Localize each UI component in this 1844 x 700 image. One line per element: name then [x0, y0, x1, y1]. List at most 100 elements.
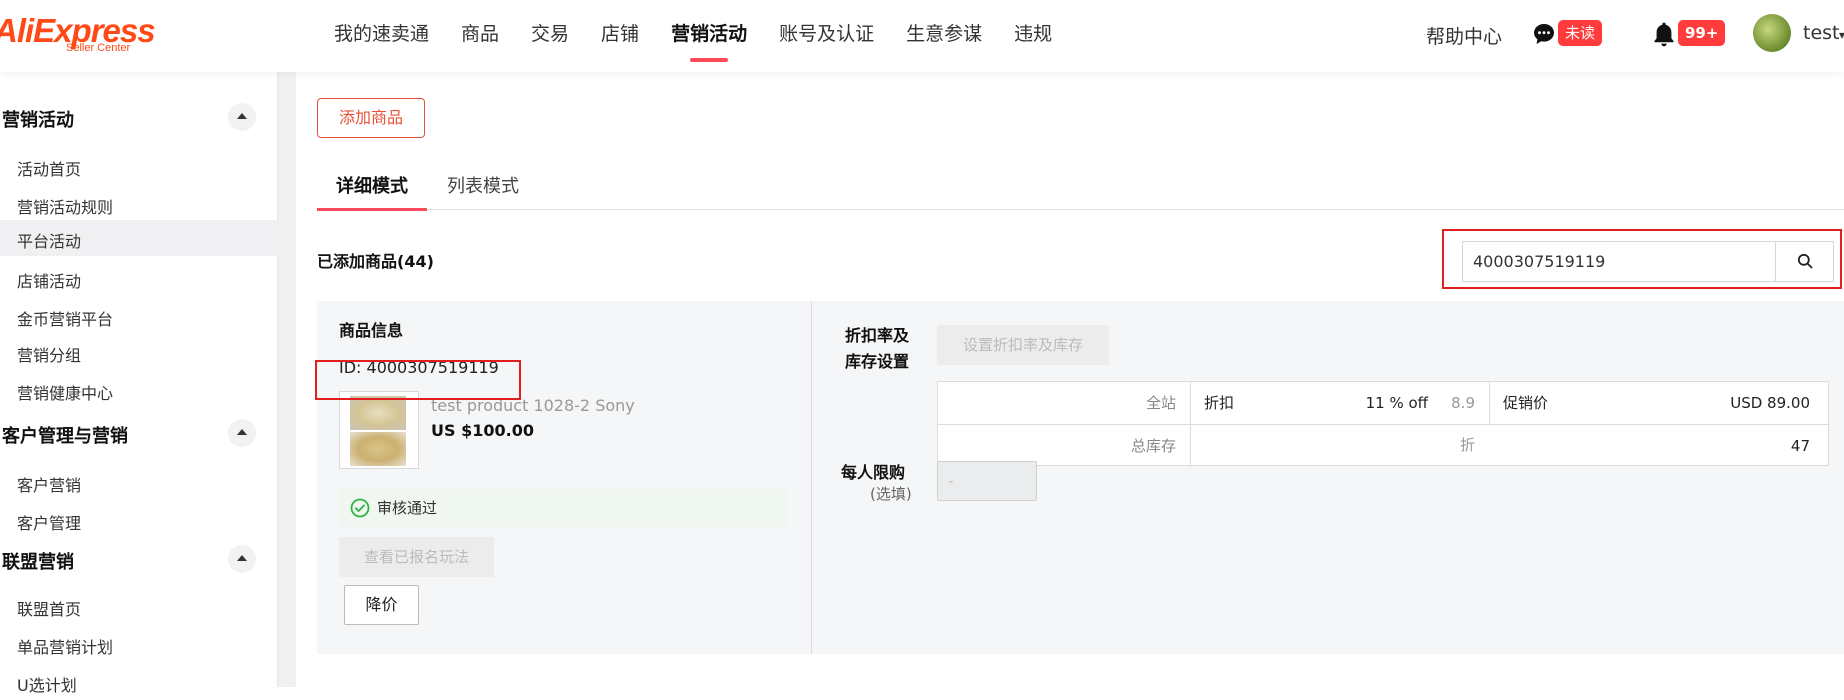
sidebar: 营销活动 活动首页 营销活动规则 平台活动 店铺活动 金币营销平台 营销分组 营…	[0, 72, 278, 695]
main-content: 添加商品 详细模式 列表模式 已添加商品(44) 商品信息 ID: 400030…	[296, 72, 1844, 687]
sidebar-item-label: 单品营销计划	[17, 638, 114, 657]
nav-my-aliexpress[interactable]: 我的速卖通	[334, 0, 429, 68]
sidebar-item-marketing-rules[interactable]: 营销活动规则	[0, 186, 278, 222]
product-image-bottom	[350, 432, 406, 466]
sidebar-section-marketing[interactable]: 营销活动	[0, 98, 278, 138]
top-nav: 我的速卖通 商品 交易 店铺 营销活动 账号及认证 生意参谋 违规	[334, 0, 1084, 68]
discount-zhe-value: 8.9 折	[1451, 394, 1475, 454]
purchase-limit-input[interactable]: -	[937, 461, 1037, 501]
table-divider	[1190, 425, 1191, 467]
sidebar-section-title: 联盟营销	[2, 552, 74, 573]
collapse-icon[interactable]	[228, 545, 256, 573]
nav-business-insights[interactable]: 生意参谋	[906, 0, 982, 68]
sidebar-item-customer-marketing[interactable]: 客户营销	[0, 464, 278, 500]
sidebar-section-title: 营销活动	[2, 110, 74, 131]
sidebar-item-u-select-plan[interactable]: U选计划	[0, 664, 278, 700]
sidebar-item-platform-activity[interactable]: 平台活动	[0, 220, 278, 256]
collapse-icon[interactable]	[228, 419, 256, 447]
bell-icon	[1654, 22, 1674, 47]
sidebar-item-label: 店铺活动	[17, 272, 82, 291]
product-name[interactable]: test product 1028-2 Sony	[431, 396, 635, 415]
search-button[interactable]	[1775, 242, 1833, 281]
sidebar-item-label: 客户管理	[17, 514, 82, 533]
review-status-text: 审核通过	[377, 499, 438, 517]
help-center-link[interactable]: 帮助中心	[1426, 22, 1502, 49]
promo-price-value: USD 89.00	[1730, 394, 1810, 412]
product-image-top	[350, 396, 406, 430]
nav-store[interactable]: 店铺	[601, 0, 639, 68]
view-registered-plays-button[interactable]: 查看已报名玩法	[339, 537, 494, 577]
sidebar-item-label: 联盟首页	[17, 600, 82, 619]
nav-products[interactable]: 商品	[461, 0, 499, 68]
review-status: 审核通过	[339, 489, 787, 526]
collapse-icon[interactable]	[228, 103, 256, 131]
table-divider	[1489, 382, 1490, 424]
purchase-limit-optional: (选填)	[870, 485, 912, 503]
table-row: 总库存 47	[938, 424, 1828, 467]
sidebar-item-coin-marketing[interactable]: 金币营销平台	[0, 298, 278, 334]
sidebar-item-customer-management[interactable]: 客户管理	[0, 502, 278, 538]
sidebar-section-title: 客户管理与营销	[2, 426, 128, 447]
search-icon	[1797, 253, 1813, 269]
set-discount-stock-button[interactable]: 设置折扣率及库存	[937, 325, 1109, 365]
product-id: ID: 4000307519119	[339, 358, 499, 377]
notifications-button[interactable]: 99+	[1652, 18, 1732, 50]
messages-button[interactable]: 未读	[1532, 18, 1612, 50]
top-header: AliExpress Seller Center 我的速卖通 商品 交易 店铺 …	[0, 0, 1844, 72]
view-mode-tabs: 详细模式 列表模式	[317, 172, 1844, 211]
sidebar-item-store-activity[interactable]: 店铺活动	[0, 260, 278, 296]
nav-violations[interactable]: 违规	[1014, 0, 1052, 68]
chat-icon	[1534, 24, 1554, 44]
username: test	[1803, 22, 1840, 44]
added-products-count: 已添加商品(44)	[317, 252, 434, 271]
product-thumbnail[interactable]	[339, 391, 419, 469]
discount-off-value: 11 % off	[1365, 394, 1428, 412]
logo-subtext: Seller Center	[66, 42, 131, 54]
promo-price-label: 促销价	[1503, 394, 1549, 412]
nav-marketing[interactable]: 营销活动	[671, 0, 747, 68]
nav-orders[interactable]: 交易	[531, 0, 569, 68]
sidebar-item-label: 客户营销	[17, 476, 82, 495]
nav-account[interactable]: 账号及认证	[779, 0, 874, 68]
sidebar-item-affiliate-home[interactable]: 联盟首页	[0, 588, 278, 624]
add-product-button[interactable]: 添加商品	[317, 98, 425, 138]
sidebar-section-affiliate[interactable]: 联盟营销	[0, 540, 278, 580]
chevron-down-icon: ▾	[1839, 28, 1844, 42]
sidebar-item-label: 平台活动	[17, 232, 82, 251]
discount-settings-label: 折扣率及 库存设置	[845, 323, 925, 375]
sidebar-item-label: 营销健康中心	[17, 384, 114, 403]
tab-list-mode[interactable]: 列表模式	[447, 172, 519, 210]
sidebar-item-single-product-plan[interactable]: 单品营销计划	[0, 626, 278, 662]
unread-badge: 未读	[1558, 20, 1603, 46]
site-label: 全站	[1145, 394, 1176, 412]
sidebar-scrollbar[interactable]	[278, 72, 296, 687]
table-row: 全站 折扣 11 % off 8.9 折 促销价 USD 89.00	[938, 382, 1828, 454]
check-circle-icon	[350, 498, 370, 518]
product-price: US $100.00	[431, 421, 534, 440]
notification-count-badge: 99+	[1678, 20, 1726, 46]
sidebar-item-marketing-health[interactable]: 营销健康中心	[0, 372, 278, 408]
sidebar-item-label: 营销分组	[17, 346, 82, 365]
reduce-price-button[interactable]: 降价	[344, 585, 419, 625]
sidebar-item-label: 营销活动规则	[17, 198, 114, 217]
sidebar-item-label: U选计划	[17, 676, 77, 695]
card-divider	[811, 301, 812, 654]
product-search	[1462, 241, 1834, 282]
avatar	[1753, 14, 1791, 52]
discount-label: 折扣	[1204, 394, 1235, 412]
discount-label-line1: 折扣率及	[845, 326, 910, 345]
product-info-title: 商品信息	[339, 321, 404, 340]
search-input[interactable]	[1463, 242, 1775, 281]
product-card: 商品信息 ID: 4000307519119 test product 1028…	[317, 301, 1844, 654]
sidebar-section-customer[interactable]: 客户管理与营销	[0, 414, 278, 454]
purchase-limit-label: 每人限购	[841, 463, 906, 482]
sidebar-item-activity-home[interactable]: 活动首页	[0, 148, 278, 184]
discount-label-line2: 库存设置	[845, 352, 910, 371]
sidebar-item-label: 活动首页	[17, 160, 82, 179]
tab-detail-mode[interactable]: 详细模式	[317, 172, 427, 211]
discount-table: 全站 折扣 11 % off 8.9 折 促销价 USD 89.00 总库存 4…	[937, 381, 1829, 467]
aliexpress-logo[interactable]: AliExpress Seller Center	[0, 12, 156, 60]
table-divider	[1190, 382, 1191, 424]
sidebar-item-label: 金币营销平台	[17, 310, 114, 329]
sidebar-item-marketing-groups[interactable]: 营销分组	[0, 334, 278, 370]
